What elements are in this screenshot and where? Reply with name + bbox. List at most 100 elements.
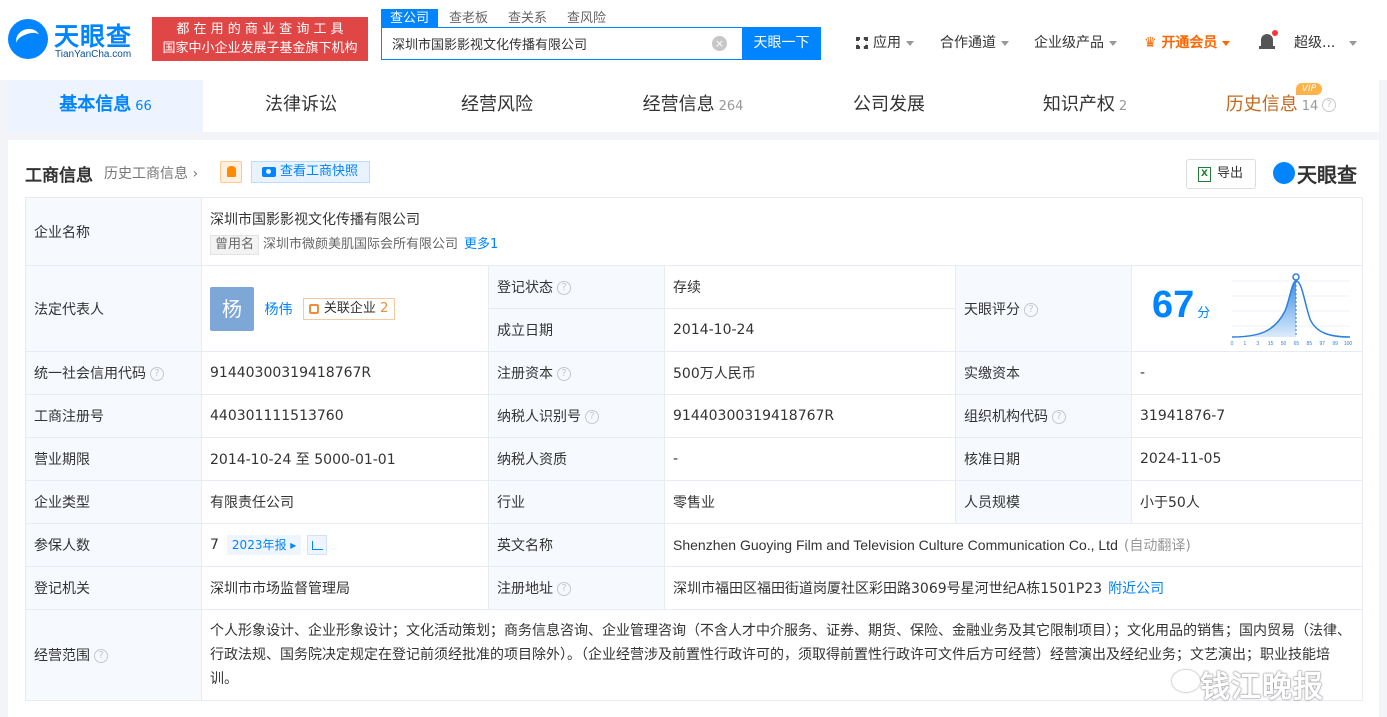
slogan-line1: 都 在 用 的 商 业 查 询 工 具 — [176, 22, 344, 37]
score-axis-tick: 97 — [1319, 341, 1325, 347]
address: 深圳市福田区福田街道岗厦社区彩田路3069号星河世纪A栋1501P23 — [673, 581, 1103, 597]
nav-apps-label: 应用 — [873, 35, 901, 51]
export-button[interactable]: X 导出 — [1186, 159, 1256, 189]
search-input[interactable] — [392, 28, 712, 59]
label-address: 注册地址? — [488, 566, 665, 610]
help-icon[interactable]: ? — [557, 367, 571, 381]
nav-enterprise[interactable]: 企业级产品 — [1034, 31, 1117, 55]
tab-label: 历史信息 — [1225, 94, 1298, 115]
label-staff: 人员规模 — [955, 480, 1132, 524]
legal-rep-name[interactable]: 杨伟 — [264, 302, 292, 318]
credit-code: 91440300319418767R — [201, 351, 489, 395]
business-info-panel: 工商信息 历史工商信息 › 查看工商快照 X 导出 天眼查 企业名称 深圳市国影影… — [8, 140, 1379, 717]
site-logo[interactable]: 天眼查 TianYanCha.com — [8, 17, 146, 63]
tab-development[interactable]: 公司发展 — [791, 80, 987, 132]
former-name-row: 曾用名 深圳市微颜美肌国际会所有限公司 更多1 — [210, 233, 1354, 255]
company-name-cell: 深圳市国影影视文化传播有限公司 曾用名 深圳市微颜美肌国际会所有限公司 更多1 — [201, 197, 1363, 266]
tab-basic-info[interactable]: 基本信息 66 — [8, 80, 203, 132]
score-axis-tick: 15 — [1268, 341, 1274, 347]
nav-vip[interactable]: ♛ 开通会员 — [1144, 31, 1231, 55]
logo-eye-icon — [1273, 162, 1295, 184]
address-label: 注册地址 — [497, 581, 553, 597]
score-unit: 分 — [1197, 306, 1211, 321]
help-icon[interactable]: ? — [150, 367, 164, 381]
table-row: 企业类型 有限责任公司 行业 零售业 人员规模 小于50人 — [25, 480, 1363, 524]
search-tab-company[interactable]: 查公司 — [381, 9, 439, 28]
top-header: 天眼查 TianYanCha.com 都 在 用 的 商 业 查 询 工 具 国… — [0, 0, 1387, 80]
search-tab-boss[interactable]: 查老板 — [440, 9, 497, 28]
label-term: 营业期限 — [25, 437, 202, 481]
tab-operation[interactable]: 经营信息 264 — [595, 80, 791, 132]
help-icon[interactable]: ? — [557, 281, 571, 295]
score-axis-tick: 85 — [1307, 341, 1313, 347]
notification-bell-icon[interactable] — [1259, 30, 1278, 52]
score-value: 67 — [1152, 284, 1195, 326]
label-insured: 参保人数 — [25, 523, 202, 567]
avatar[interactable]: 杨 — [210, 286, 254, 331]
label-paid-capital: 实缴资本 — [955, 351, 1132, 395]
related-count: 2 — [380, 300, 389, 316]
type: 有限责任公司 — [201, 480, 489, 524]
address-cell: 深圳市福田区福田街道岗厦社区彩田路3069号星河世纪A栋1501P23 附近公司 — [664, 566, 1363, 610]
label-legal-rep: 法定代表人 — [25, 265, 202, 352]
help-icon[interactable]: ? — [557, 582, 571, 596]
label-authority: 登记机关 — [25, 566, 202, 610]
tab-label: 经营信息 — [642, 94, 715, 115]
help-icon[interactable]: ? — [1322, 98, 1337, 112]
help-icon[interactable]: ? — [585, 410, 599, 424]
tab-ip[interactable]: 知识产权 2 — [987, 80, 1183, 132]
tab-legal[interactable]: 法律诉讼 — [203, 80, 399, 132]
search-box: × — [381, 27, 743, 60]
taxpayer-id: 91440300319418767R — [664, 394, 956, 438]
scope-label: 经营范围 — [34, 648, 90, 664]
tab-count: 2 — [1118, 99, 1128, 114]
label-score: 天眼评分? — [955, 265, 1132, 352]
annual-report-tag[interactable]: 2023年报 ▸ — [226, 535, 302, 555]
section-title: 工商信息 — [25, 166, 93, 186]
nav-channel[interactable]: 合作通道 — [940, 31, 1009, 55]
nav-apps[interactable]: 应用 — [856, 31, 914, 55]
nav-user[interactable]: 超级... — [1294, 31, 1358, 55]
paid-capital: - — [1131, 351, 1363, 395]
english-name: Shenzhen Guoying Film and Television Cul… — [673, 537, 1118, 553]
score-axis-tick: 50 — [1281, 341, 1287, 347]
tab-label: 公司发展 — [853, 94, 925, 115]
history-business-label: 历史工商信息 — [104, 166, 188, 182]
tab-label: 经营风险 — [461, 94, 533, 115]
tab-label: 知识产权 — [1042, 94, 1115, 115]
chevron-right-icon: › — [192, 166, 199, 182]
table-row: 工商注册号 440301111513760 纳税人识别号? 9144030031… — [25, 394, 1363, 438]
more-former-link[interactable]: 更多1 — [464, 237, 498, 252]
nav-user-label: 超级... — [1294, 35, 1336, 51]
approve-date: 2024-11-05 — [1131, 437, 1363, 481]
search-tab-risk[interactable]: 查风险 — [558, 9, 615, 28]
label-industry: 行业 — [488, 480, 665, 524]
authority: 深圳市市场监督管理局 — [201, 566, 489, 610]
related-companies-tag[interactable]: 关联企业 2 — [302, 297, 396, 320]
org-code: 31941876-7 — [1131, 394, 1363, 438]
search-tab-relation[interactable]: 查关系 — [499, 9, 556, 28]
table-row: 经营范围? 个人形象设计、企业形象设计；文化活动策划；商务信息咨询、企业管理咨询… — [25, 609, 1363, 701]
score-cell[interactable]: 67 分 0 1 3 15 50 65 85 97 99 100 — [1131, 265, 1363, 352]
help-icon[interactable]: ? — [1052, 410, 1066, 424]
snapshot-button[interactable]: 查看工商快照 — [251, 161, 370, 183]
label-reg-no: 工商注册号 — [25, 394, 202, 438]
help-icon[interactable]: ? — [94, 649, 108, 663]
clear-icon[interactable]: × — [712, 36, 727, 51]
nearby-companies-link[interactable]: 附近公司 — [1108, 581, 1164, 597]
insured-cell: 7 2023年报 ▸ — [201, 523, 489, 567]
snapshot-label: 查看工商快照 — [280, 164, 359, 179]
tab-history[interactable]: 历史信息 14? — [1183, 80, 1379, 132]
trend-chart-icon[interactable] — [307, 535, 328, 555]
logo-subtext: TianYanCha.com — [55, 49, 132, 60]
score-axis-tick: 99 — [1332, 341, 1338, 347]
search-button[interactable]: 天眼一下 — [742, 27, 821, 60]
help-icon[interactable]: ? — [1024, 302, 1038, 317]
logo-text: 天眼查 — [54, 22, 133, 51]
history-business-link[interactable]: 历史工商信息 › — [104, 163, 198, 183]
tab-risk[interactable]: 经营风险 — [399, 80, 595, 132]
taxpayer-id-label: 纳税人识别号 — [497, 409, 581, 425]
monitor-bell-icon[interactable] — [220, 161, 242, 183]
slogan-line2: 国家中小企业发展子基金旗下机构 — [162, 41, 358, 56]
score-axis-tick: 100 — [1344, 341, 1352, 347]
